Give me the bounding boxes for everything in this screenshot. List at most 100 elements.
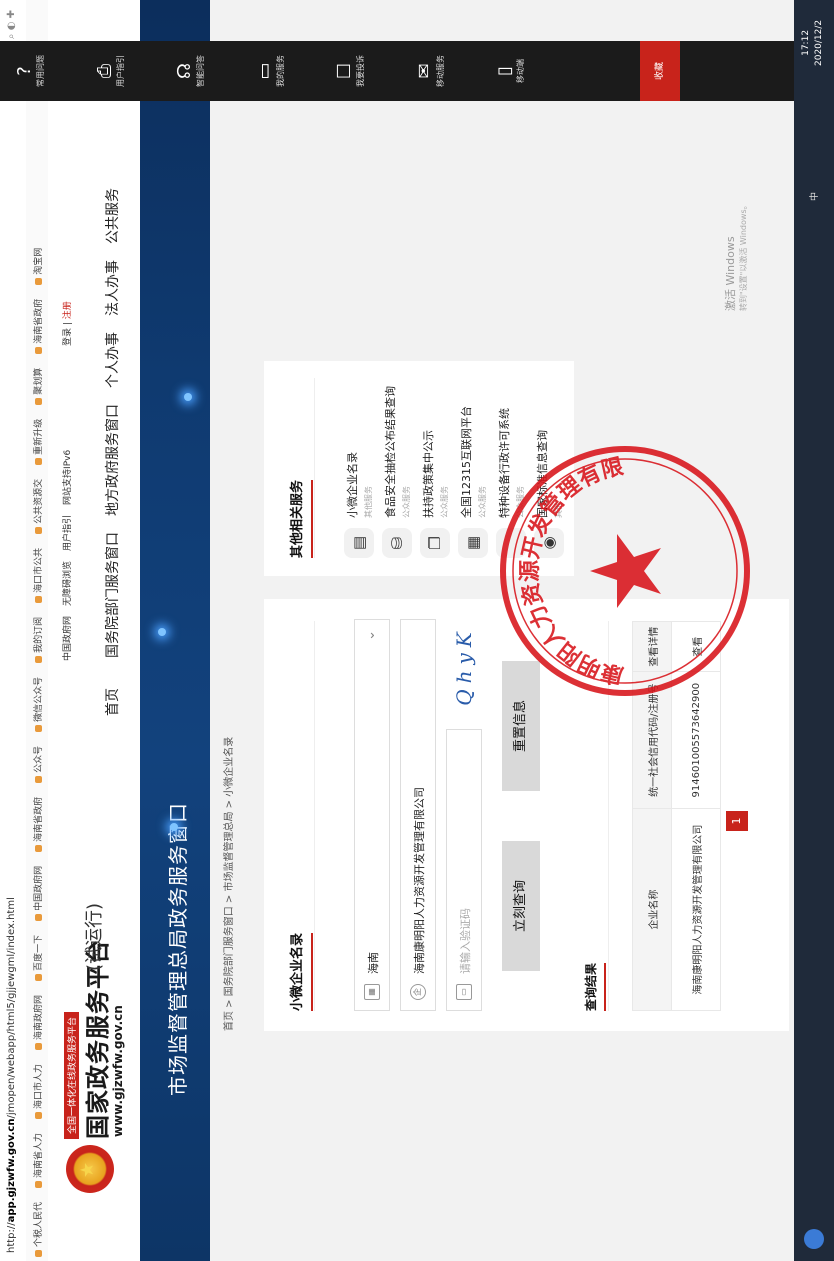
start-button-icon[interactable] — [804, 1229, 824, 1249]
clock-time: 17:12 — [801, 29, 811, 56]
service-name: 全国12315互联网平台 — [460, 406, 473, 518]
nav-item[interactable]: 地方政府服务窗口 — [105, 404, 121, 516]
results-title: 查询结果 — [582, 962, 606, 1011]
company-name-input[interactable]: 企 海南康明阳人力资源开发管理有限公司 — [400, 619, 436, 1011]
toolbar-icon: ☊ — [174, 63, 195, 79]
company-value: 海南康明阳人力资源开发管理有限公司 — [413, 787, 426, 974]
nav-item[interactable]: 国务院部门服务窗口 — [105, 532, 121, 658]
bookmark-item[interactable]: 公众号 — [31, 746, 44, 783]
banner-glow — [170, 823, 178, 831]
toolbar-item[interactable]: ☐ 我要投诉 — [324, 41, 388, 101]
company-name-cell: 海南康明阳人力资源开发管理有限公司 — [671, 808, 721, 1011]
nav-item[interactable]: 个人办事 — [105, 332, 121, 388]
site-header: 全国一体化在线政务服务平台 国家政务服务平台 www.gjzwfw.gov.cn… — [48, 0, 140, 1261]
column-header: 企业名称 — [632, 808, 672, 1011]
toolbar-label: 移动端 — [516, 59, 525, 83]
login-link[interactable]: 登录 — [63, 328, 73, 346]
service-item[interactable]: ⛁ 食品安全抽检公布结果查询 公众服务 — [380, 373, 416, 558]
toolbar-item[interactable]: ▭ 我的服务 — [244, 41, 308, 101]
banner-glow — [158, 628, 166, 636]
seal-text: 海南康明阳人力资源开发管理有限公司 — [495, 454, 626, 701]
bookmarks-bar: 个税人民代海南省人力海口市人力海南政府网百度一下中国政府网海南省政府公众号微信公… — [26, 0, 49, 1261]
nav-item[interactable]: 法人办事 — [105, 260, 121, 316]
bookmark-item[interactable]: 淘宝网 — [31, 248, 44, 285]
service-item[interactable]: ❐ 扶持政策集中公示 公众服务 — [418, 373, 454, 558]
page-number-button[interactable]: 1 — [726, 811, 748, 831]
toolbar-item[interactable]: ▯ 移动端 — [484, 41, 548, 101]
watermark-line: 激活 Windows — [724, 236, 737, 311]
region-value: 海南 — [367, 952, 380, 974]
main-nav: 首页 国务院部门服务窗口 地方政府服务窗口 个人办事 法人办事 公共服务 — [102, 172, 122, 716]
register-link[interactable]: 注册 — [63, 301, 73, 319]
toolbar-icon: ▯ — [494, 66, 515, 76]
toolbar-item[interactable]: ? 常用问题 — [4, 41, 68, 101]
toolbar-label: 我要投诉 — [356, 55, 365, 87]
service-category: 其他服务 — [364, 486, 373, 518]
service-icon: ▦ — [458, 528, 488, 558]
region-select[interactable]: ▦ 海南 ⌄ — [354, 619, 390, 1011]
captcha-placeholder: 请输入验证码 — [459, 908, 472, 974]
toolbar-item[interactable]: ⎙ 用户指引 — [84, 41, 148, 101]
watermark-line: 转到"设置"以激活 Windows。 — [739, 201, 748, 311]
service-category: 公众服务 — [402, 486, 411, 518]
top-link[interactable]: 中国政府网 — [63, 616, 73, 661]
trial-label: (试运行) — [84, 902, 105, 971]
captcha-input[interactable]: ▭ 请输入验证码 — [446, 729, 482, 1011]
url-text[interactable]: http://app.gjzwfw.gov.cn/jmopen/webapp/h… — [6, 897, 17, 1253]
chevron-down-icon: ⌄ — [363, 630, 378, 641]
bookmark-item[interactable]: 百度一下 — [31, 935, 44, 981]
bookmark-item[interactable]: 海南政府网 — [31, 995, 44, 1050]
toolbar-icon: ? — [14, 66, 35, 76]
toolbar-icon: ▭ — [254, 62, 275, 80]
bookmark-item[interactable]: 我的订阅 — [31, 617, 44, 663]
company-icon: 企 — [410, 984, 426, 1000]
bookmark-item[interactable]: 聚划算 — [31, 368, 44, 405]
national-emblem-icon — [66, 1145, 114, 1193]
system-tray[interactable]: 中 — [807, 192, 820, 201]
bookmark-item[interactable]: 海口市人力 — [31, 1064, 44, 1119]
bookmark-item[interactable]: 海口市公共 — [31, 548, 44, 603]
service-item[interactable]: ▤ 小微企业名录 其他服务 — [342, 373, 378, 558]
query-button[interactable]: 立刻查询 — [502, 841, 540, 971]
input-method[interactable]: 中 — [810, 192, 820, 201]
bookmark-item[interactable]: 公共资源交 — [31, 479, 44, 534]
toolbar-icon: ⎙ — [94, 63, 115, 79]
service-icon: ▤ — [344, 528, 374, 558]
top-links: 中国政府网 无障碍浏览 用户指引 网站支持IPv6 — [60, 440, 73, 661]
top-link[interactable]: 用户指引 — [63, 515, 73, 551]
seal-star-icon — [590, 534, 661, 608]
service-category: 公众服务 — [440, 486, 449, 518]
bookmark-item[interactable]: 海南省政府 — [31, 797, 44, 852]
top-link[interactable]: 无障碍浏览 — [63, 561, 73, 606]
top-link[interactable]: 网站支持IPv6 — [63, 450, 73, 505]
toolbar-item[interactable]: ☊ 智能问答 — [164, 41, 228, 101]
grid-icon: ▦ — [364, 984, 380, 1000]
nav-item[interactable]: 公共服务 — [105, 188, 121, 244]
bookmark-item[interactable]: 个税人民代 — [31, 1202, 44, 1257]
service-item[interactable]: ▦ 全国12315互联网平台 公众服务 — [456, 373, 492, 558]
banner-glow — [184, 393, 192, 401]
nav-item[interactable]: 首页 — [105, 688, 121, 716]
toolbar-label: 我的服务 — [276, 55, 285, 87]
bookmark-item[interactable]: 海南省政府 — [31, 299, 44, 354]
toolbar-icon: ✉ — [414, 63, 435, 79]
toolbar-label: 用户指引 — [116, 55, 125, 87]
taskbar-clock[interactable]: 17:12 2020/12/2 — [800, 20, 826, 66]
bookmark-item[interactable]: 海南省人力 — [31, 1133, 44, 1188]
service-name: 食品安全抽检公布结果查询 — [384, 386, 397, 518]
captcha-image[interactable]: QhyK — [446, 621, 482, 711]
service-category: 公众服务 — [478, 486, 487, 518]
bookmark-item[interactable]: 重新升级 — [31, 419, 44, 465]
breadcrumb[interactable]: 首页 > 国务院部门服务窗口 > 市场监督管理总局 > 小微企业名录 — [220, 737, 235, 1031]
bookmark-item[interactable]: 微信公众号 — [31, 677, 44, 732]
company-seal: 海南康明阳人力资源开发管理有限公司 — [495, 446, 750, 701]
bookmark-item[interactable]: 中国政府网 — [31, 866, 44, 921]
panel-title: 小微企业名录 — [286, 932, 313, 1011]
favorite-button[interactable]: 收藏 — [640, 41, 680, 101]
screenshot-page: http://app.gjzwfw.gov.cn/jmopen/webapp/h… — [0, 0, 834, 1261]
browser-address-bar[interactable]: http://app.gjzwfw.gov.cn/jmopen/webapp/h… — [0, 0, 27, 1261]
toolbar-label: 智能问答 — [196, 55, 205, 87]
toolbar-item[interactable]: ✉ 移动服务 — [404, 41, 468, 101]
code-icon: ▭ — [456, 984, 472, 1000]
windows-activation-watermark: 激活 Windows 转到"设置"以激活 Windows。 — [722, 201, 749, 311]
